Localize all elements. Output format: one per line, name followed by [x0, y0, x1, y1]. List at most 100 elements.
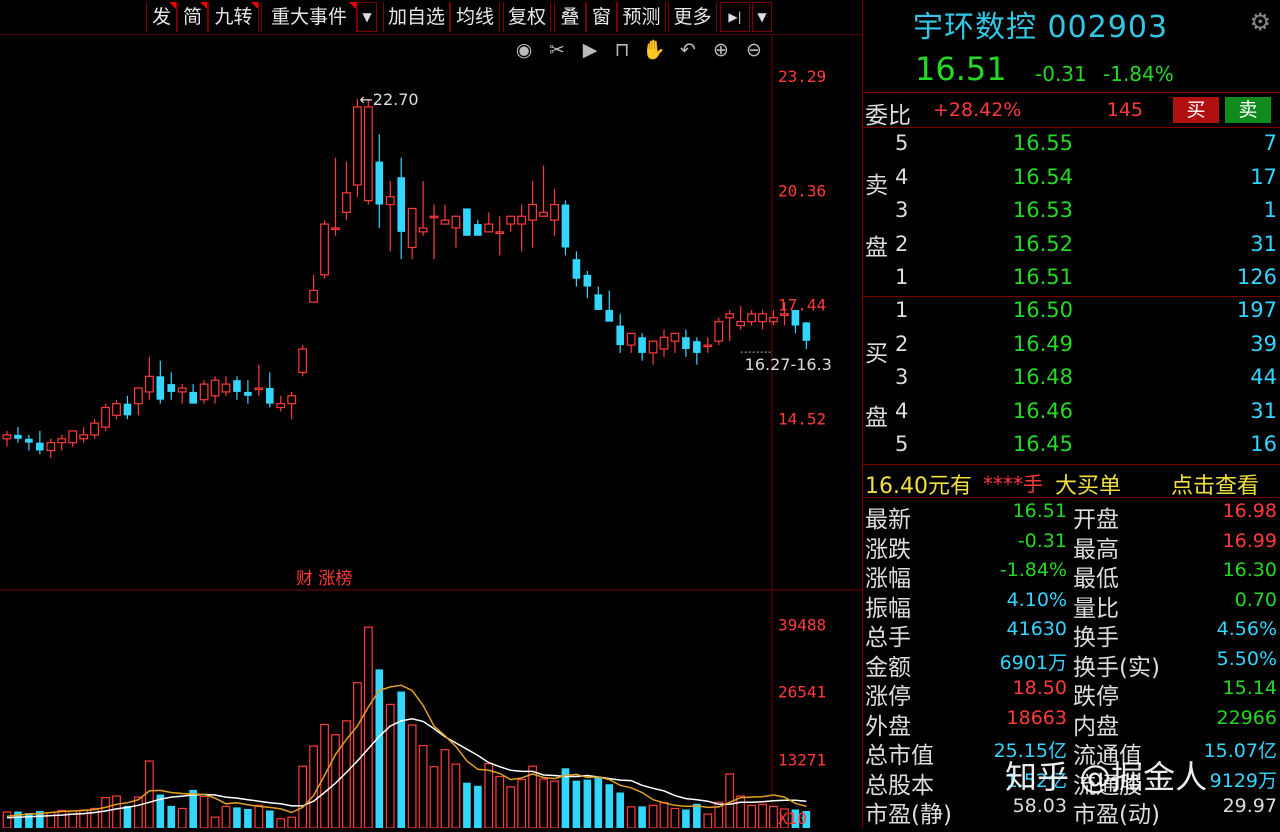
fa-button[interactable]: 发 — [146, 2, 177, 32]
more-dropdown-icon[interactable]: ▼ — [752, 2, 772, 32]
candle-body-up — [758, 313, 767, 323]
sell-level-price[interactable]: 16.55 — [993, 131, 1073, 155]
volume-bar-up — [626, 806, 636, 829]
candle-body-up — [484, 223, 494, 233]
jiuzhuan-label: 九转 — [214, 6, 253, 28]
sell-level-volume: 17 — [1250, 164, 1277, 189]
candle-body-up — [506, 215, 516, 225]
jiuzhuan-button[interactable]: 九转 — [208, 2, 259, 32]
zoom-out-icon[interactable]: ⊖ — [742, 38, 766, 62]
candle-body-up — [68, 430, 78, 444]
volume-bar-up — [298, 765, 308, 829]
volume-bar-up — [539, 778, 548, 829]
volume-bar-down — [123, 805, 132, 828]
sell-level-price[interactable]: 16.53 — [993, 198, 1073, 222]
candle-body-up — [134, 387, 143, 405]
candle-body-up — [353, 106, 362, 186]
candle-body-up — [385, 196, 395, 206]
volume-bar-up — [670, 807, 680, 829]
price-axis-label: 14.52 — [778, 409, 826, 428]
candle-body-up — [747, 313, 756, 323]
volume-bar-down — [572, 780, 581, 828]
chart-area[interactable]: ←22.70 16.27-16.3 23.29 20.36 17.44 14.52 财 涨榜… — [0, 34, 862, 829]
volume-bar-up — [144, 760, 154, 829]
lock-icon[interactable]: ⊓ — [610, 38, 634, 62]
buy-label-2: 盘 — [865, 405, 888, 431]
sell-button[interactable]: 卖 — [1225, 97, 1271, 123]
buy-level-price[interactable]: 16.45 — [993, 432, 1073, 456]
stat-value: 0.70 — [1234, 588, 1277, 611]
sell-level-price[interactable]: 16.52 — [993, 232, 1073, 256]
candle-body-down — [266, 388, 274, 404]
candle-body-up — [407, 207, 417, 249]
buy-level-volume: 16 — [1250, 432, 1277, 456]
sell-level-price[interactable]: 16.51 — [993, 265, 1073, 289]
candle-body-down — [583, 274, 592, 287]
events-dropdown-icon[interactable]: ▼ — [357, 2, 377, 32]
undo-icon[interactable]: ↶ — [676, 38, 700, 62]
expand-icon[interactable]: ▶| — [720, 2, 750, 32]
volume-bar-up — [769, 805, 778, 829]
candle-body-up — [210, 379, 220, 397]
candle-body-up — [769, 317, 778, 323]
hand-icon[interactable]: ✋ — [642, 38, 666, 62]
scissors-icon[interactable]: ✂ — [545, 38, 569, 62]
candle-body-up — [276, 403, 286, 409]
volume-bar-up — [287, 816, 297, 829]
volume-bar-up — [363, 626, 373, 829]
bigorder-stars: ****手 — [983, 472, 1043, 496]
volume-bar-up — [2, 811, 12, 829]
candle-body-up — [2, 434, 12, 440]
buy-level-price[interactable]: 16.48 — [993, 365, 1073, 389]
volume-bar-down — [693, 803, 701, 828]
range-label: 16.27-16.3 — [745, 355, 832, 374]
overlay-button[interactable]: 叠 — [554, 2, 586, 32]
buy-level-volume: 31 — [1250, 398, 1277, 423]
zoom-in-icon[interactable]: ⊕ — [709, 38, 733, 62]
buy-level-num: 1 — [895, 298, 909, 322]
fuquan-button[interactable]: 复权 — [503, 2, 551, 32]
candle-body-down — [244, 391, 252, 396]
buy-level-price[interactable]: 16.49 — [993, 332, 1073, 356]
volume-bar-down — [474, 785, 482, 828]
volume-bar-down — [463, 782, 471, 828]
jian-button[interactable]: 简 — [177, 2, 208, 32]
candle-body-up — [342, 192, 351, 213]
volume-bar-up — [90, 807, 100, 829]
fuquan-label: 复权 — [507, 6, 546, 28]
gear-icon[interactable]: ⚙ — [1249, 8, 1271, 36]
kline-chart[interactable]: ←22.70 16.27-16.3 23.29 20.36 17.44 14.52 财 涨榜… — [0, 34, 862, 829]
candle-body-down — [167, 384, 176, 392]
buy-level-price[interactable]: 16.46 — [993, 399, 1073, 423]
play-icon[interactable]: ▶ — [578, 38, 602, 62]
volume-bar-down — [14, 811, 22, 828]
candle-body-down — [14, 434, 22, 439]
volume-bar-down — [233, 807, 241, 828]
buy-level-price[interactable]: 16.50 — [993, 298, 1073, 322]
more-button[interactable]: 更多 — [668, 2, 717, 32]
window-button[interactable]: 窗 — [586, 2, 617, 32]
volume-bar-up — [648, 804, 658, 829]
buy-level-volume: 197 — [1236, 298, 1277, 322]
stat-value: 58.03 — [1012, 795, 1067, 817]
events-button[interactable]: 重大事件 — [261, 2, 357, 32]
forecast-label: 预测 — [622, 6, 661, 28]
buy-button[interactable]: 买 — [1173, 97, 1219, 123]
stat-value: -1.84% — [999, 559, 1067, 581]
buy-level-num: 2 — [895, 331, 909, 356]
eye-icon[interactable]: ◉ — [512, 38, 536, 62]
ma-button[interactable]: 均线 — [450, 2, 500, 32]
sell-label-2: 盘 — [865, 235, 888, 261]
candle-body-down — [682, 337, 690, 349]
candle-body-up — [648, 340, 658, 354]
forecast-button[interactable]: 预测 — [617, 2, 666, 32]
sell-level-price[interactable]: 16.54 — [993, 165, 1073, 189]
volume-bar-up — [736, 795, 746, 829]
volume-bar-up — [309, 745, 318, 829]
candle-body-up — [626, 332, 636, 346]
bigorder-link[interactable]: 点击查看 — [1171, 468, 1259, 500]
candle-body-down — [572, 259, 581, 279]
sell-level-volume: 126 — [1236, 265, 1277, 289]
stat-value: 16.98 — [1222, 500, 1277, 522]
add-watch-button[interactable]: 加自选 — [383, 2, 450, 32]
